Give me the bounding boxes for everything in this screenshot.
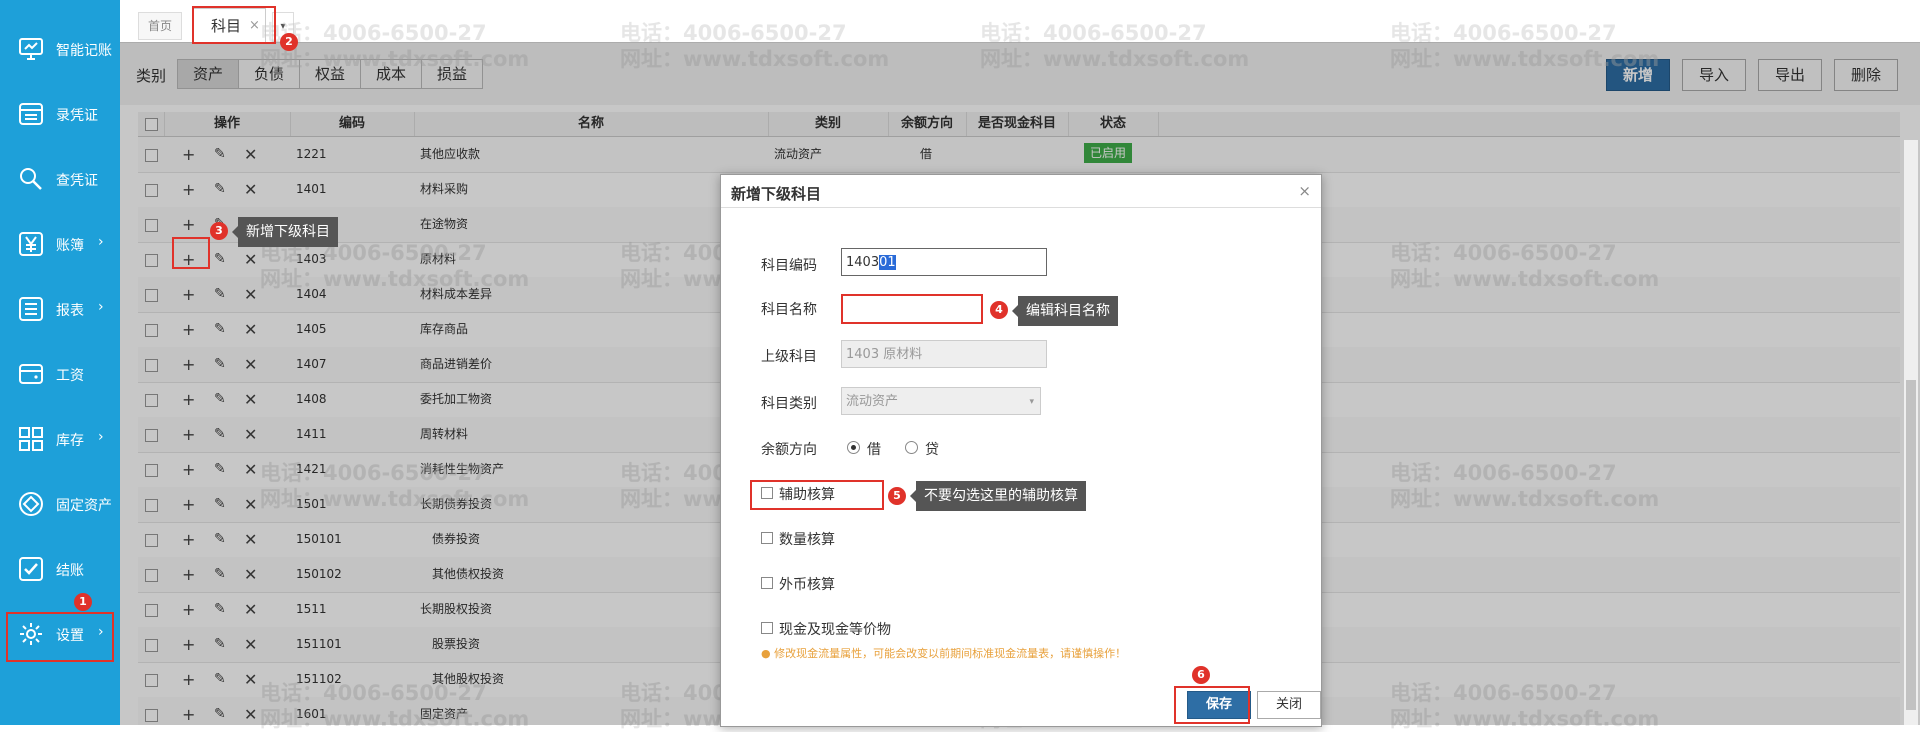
step-badge-5: 5 — [888, 487, 906, 505]
tooltip-aux-warning: 不要勾选这里的辅助核算 — [910, 481, 1086, 511]
chevron-right-icon: › — [98, 299, 104, 315]
target-icon — [19, 492, 43, 516]
type-select: 流动资产 ▾ — [841, 387, 1041, 415]
sidebar-item-label: 报表 — [56, 303, 84, 319]
sidebar-item-inventory[interactable]: 库存 › — [0, 408, 120, 472]
sidebar-item-smart-book[interactable]: 智能记账 — [0, 18, 120, 82]
grid-icon — [19, 427, 43, 451]
name-input[interactable] — [841, 294, 983, 324]
tooltip-add-sub: 新增下级科目 — [232, 217, 338, 247]
close-icon[interactable]: × — [1298, 182, 1311, 200]
fx-checkbox[interactable] — [761, 577, 773, 589]
name-label: 科目名称 — [761, 302, 817, 318]
highlight-add-sub-button — [172, 237, 210, 269]
dialog-header: 新增下级科目 × — [721, 175, 1321, 208]
sidebar-item-salary[interactable]: 工资 — [0, 343, 120, 407]
credit-label: 贷 — [925, 442, 939, 458]
tooltip-edit-name: 编辑科目名称 — [1012, 296, 1118, 326]
debit-radio[interactable] — [847, 441, 860, 454]
wallet-icon — [19, 364, 43, 384]
code-selected-text: 01 — [879, 255, 896, 270]
fx-label: 外币核算 — [779, 577, 835, 593]
highlight-settings — [6, 612, 114, 662]
cash-warning: ● 修改现金流量属性，可能会改变以前期间标准现金流量表，请谨慎操作！ — [761, 645, 1126, 661]
add-sub-subject-dialog: 新增下级科目 × 科目编码 140301 科目名称 上级科目 1403 原材料 … — [720, 174, 1322, 727]
check-icon — [19, 557, 43, 581]
close-button[interactable]: 关闭 — [1257, 691, 1321, 719]
sidebar-item-query-voucher[interactable]: 查凭证 — [0, 148, 120, 212]
yen-icon — [19, 232, 43, 256]
parent-field: 1403 原材料 — [841, 340, 1047, 368]
search-icon — [20, 168, 42, 190]
type-label: 科目类别 — [761, 396, 817, 412]
step-badge-4: 4 — [990, 301, 1008, 319]
sidebar-item-label: 账簿 — [56, 238, 84, 254]
warning-text: 修改现金流量属性，可能会改变以前期间标准现金流量表，请谨慎操作！ — [774, 647, 1127, 660]
cash-checkbox[interactable] — [761, 622, 773, 634]
chevron-down-icon: ▾ — [1029, 397, 1034, 407]
sidebar-item-label: 固定资产 — [56, 498, 112, 514]
sidebar-item-enter-voucher[interactable]: 录凭证 — [0, 83, 120, 147]
credit-radio[interactable] — [905, 441, 918, 454]
sidebar-item-close-books[interactable]: 结账 — [0, 538, 120, 602]
sidebar-item-label: 库存 — [56, 433, 84, 449]
sidebar-item-label: 查凭证 — [56, 173, 98, 189]
sidebar-item-label: 结账 — [56, 563, 84, 579]
dialog-title: 新增下级科目 — [731, 185, 822, 203]
sidebar-item-label: 录凭证 — [56, 108, 98, 124]
parent-label: 上级科目 — [761, 349, 817, 365]
step-badge-3: 3 — [210, 222, 228, 240]
step-badge-2: 2 — [280, 33, 298, 51]
monitor-icon — [19, 38, 43, 60]
warning-icon: ● — [761, 647, 771, 660]
scrollbar-thumb[interactable] — [1906, 380, 1916, 710]
tab-home[interactable]: 首页 — [138, 12, 182, 40]
sidebar-item-label: 智能记账 — [56, 43, 112, 59]
sidebar-item-reports[interactable]: 报表 › — [0, 278, 120, 342]
voucher-icon — [19, 103, 43, 125]
sidebar-item-fixed-assets[interactable]: 固定资产 — [0, 473, 120, 537]
highlight-save — [1174, 686, 1250, 724]
scrollbar[interactable] — [1904, 140, 1918, 725]
direction-label: 余额方向 — [761, 442, 817, 458]
type-value: 流动资产 — [846, 394, 899, 409]
sidebar-item-label: 工资 — [56, 368, 84, 384]
debit-label: 借 — [867, 442, 881, 458]
chevron-right-icon: › — [98, 234, 104, 250]
step-badge-1: 1 — [74, 593, 92, 611]
code-prefix: 1403 — [846, 255, 880, 270]
highlight-subjects-tab — [192, 6, 276, 44]
step-badge-6: 6 — [1192, 666, 1210, 684]
code-label: 科目编码 — [761, 258, 817, 274]
sidebar-item-ledger[interactable]: 账簿 › — [0, 213, 120, 277]
chevron-right-icon: › — [98, 429, 104, 445]
list-icon — [19, 297, 43, 321]
code-input[interactable]: 140301 — [841, 248, 1047, 276]
highlight-aux — [750, 480, 884, 510]
qty-checkbox[interactable] — [761, 532, 773, 544]
qty-label: 数量核算 — [779, 532, 835, 548]
cash-label: 现金及现金等价物 — [779, 622, 891, 638]
